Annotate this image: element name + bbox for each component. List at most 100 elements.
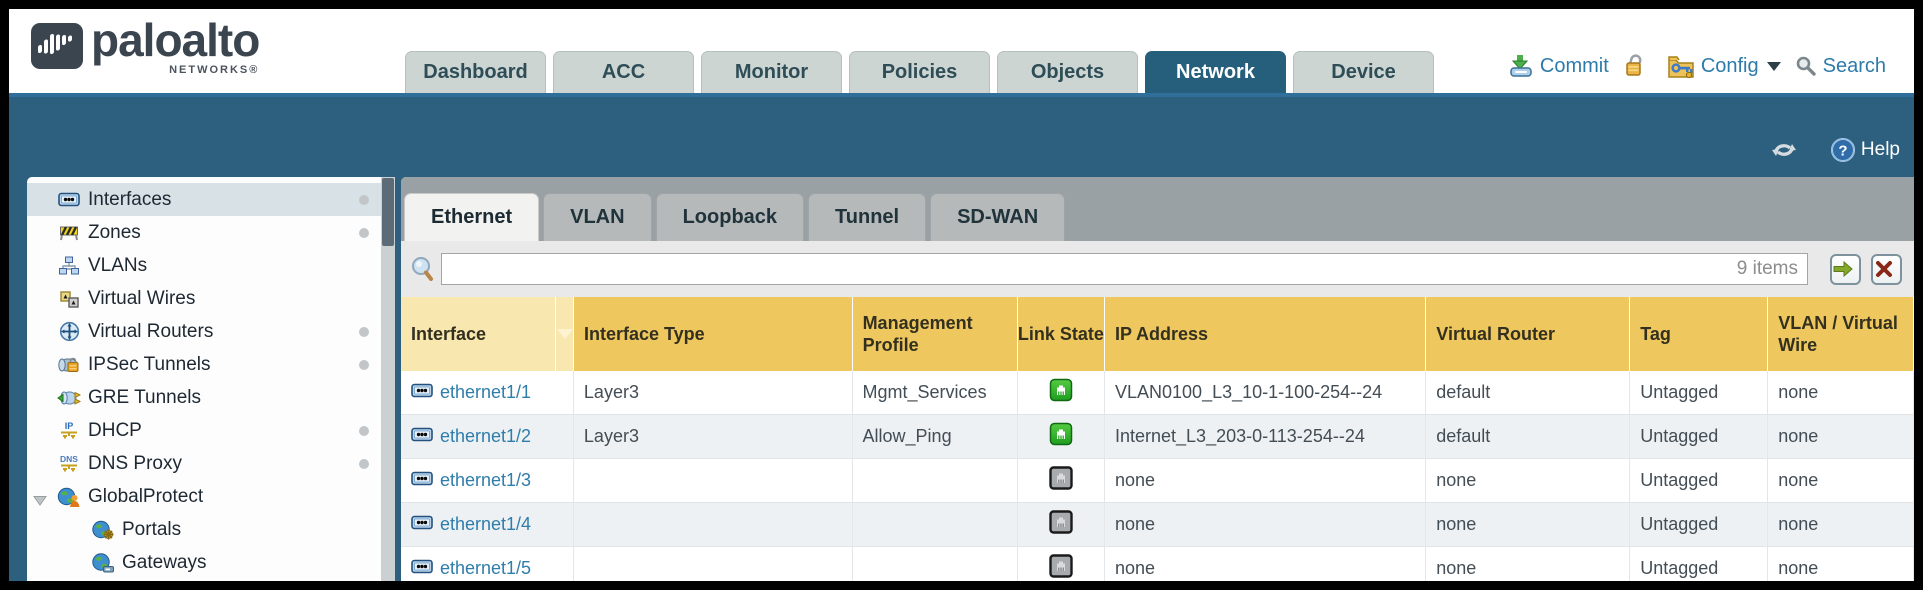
sidebar-item-label: Interfaces [88, 189, 171, 211]
cell-interface-type [574, 459, 853, 502]
top-header: paloalto NETWORKS® DashboardACCMonitorPo… [9, 9, 1914, 93]
tab-policies[interactable]: Policies [849, 51, 990, 93]
expander-down-icon[interactable] [33, 491, 47, 513]
column-header-tag[interactable]: Tag [1630, 297, 1768, 371]
search-icon [1795, 55, 1817, 77]
cell-interface: ethernet1/1 [401, 371, 574, 414]
sidebar-item-label: Virtual Wires [88, 288, 195, 310]
tab-network[interactable]: Network [1145, 51, 1286, 93]
column-header-link-state[interactable]: Link State [1018, 297, 1105, 371]
column-header-virtual-router[interactable]: Virtual Router [1426, 297, 1630, 371]
interface-type-tabs: EthernetVLANLoopbackTunnelSD-WAN [401, 177, 1914, 241]
virtual-router-icon [57, 321, 81, 342]
column-header-ip-address[interactable]: IP Address [1105, 297, 1426, 371]
table-row[interactable]: ethernet1/4nonenoneUntaggednone [401, 503, 1914, 547]
column-header-management-profile[interactable]: Management Profile [853, 297, 1018, 371]
table-row[interactable]: ethernet1/1Layer3Mgmt_ServicesVLAN0100_L… [401, 371, 1914, 415]
sidebar-item-globalprotect[interactable]: GlobalProtect [27, 480, 381, 513]
sort-dropdown-button[interactable] [556, 297, 573, 371]
tab-objects[interactable]: Objects [997, 51, 1138, 93]
item-dot [359, 327, 369, 337]
lock-icon[interactable] [1623, 53, 1647, 79]
subtab-vlan[interactable]: VLAN [543, 193, 651, 241]
cell-link-state [1018, 459, 1105, 502]
dhcp-icon: IP [57, 421, 81, 441]
sidebar-item-dns-proxy[interactable]: DNS DNS Proxy [27, 447, 381, 480]
interface-link[interactable]: ethernet1/1 [440, 382, 531, 403]
cell-tag: Untagged [1630, 459, 1768, 502]
subtab-tunnel[interactable]: Tunnel [808, 193, 926, 241]
cell-management-profile [853, 547, 1018, 581]
table-row[interactable]: ethernet1/5nonenoneUntaggednone [401, 547, 1914, 581]
cell-management-profile: Allow_Ping [853, 415, 1018, 458]
gateway-globe-icon [91, 553, 115, 573]
refresh-icon[interactable] [1769, 138, 1799, 162]
sidebar-item-virtual-routers[interactable]: Virtual Routers [27, 315, 381, 348]
filter-input[interactable] [441, 253, 1808, 285]
sidebar-item-partial[interactable] [27, 579, 381, 581]
items-count: 9 items [1737, 258, 1798, 280]
sidebar-item-label: DNS Proxy [88, 453, 182, 475]
table-row[interactable]: ethernet1/3nonenoneUntaggednone [401, 459, 1914, 503]
subtab-loopback[interactable]: Loopback [656, 193, 804, 241]
sidebar-scrollbar-thumb[interactable] [382, 178, 394, 246]
column-header-interface[interactable]: Interface [401, 297, 556, 371]
table-row[interactable]: ethernet1/2Layer3Allow_PingInternet_L3_2… [401, 415, 1914, 459]
help-icon[interactable]: ? [1830, 137, 1856, 163]
ethernet-port-icon [411, 426, 433, 448]
tab-device[interactable]: Device [1293, 51, 1434, 93]
cell-management-profile [853, 503, 1018, 546]
soundwave-logo-icon [31, 23, 83, 69]
link-down-icon [1049, 554, 1073, 581]
caret-down-icon[interactable] [1767, 62, 1781, 71]
interface-link[interactable]: ethernet1/5 [440, 558, 531, 579]
apply-filter-button[interactable] [1830, 254, 1861, 285]
column-header-vlan-virtual-wire[interactable]: VLAN / Virtual Wire [1768, 297, 1914, 371]
cell-virtual-router: default [1426, 415, 1630, 458]
subtab-ethernet[interactable]: Ethernet [404, 193, 539, 241]
table-body: ethernet1/1Layer3Mgmt_ServicesVLAN0100_L… [401, 371, 1914, 581]
svg-text:DNS: DNS [60, 454, 78, 464]
sidebar-item-interfaces[interactable]: Interfaces [27, 183, 381, 216]
ethernet-port-icon [411, 382, 433, 404]
sidebar-item-label: Portals [122, 519, 181, 541]
cell-tag: Untagged [1630, 547, 1768, 581]
cell-vlan-virtual-wire: none [1768, 415, 1914, 458]
tab-acc[interactable]: ACC [553, 51, 694, 93]
sidebar-item-gre-tunnels[interactable]: GRE Tunnels [27, 381, 381, 414]
sidebar-scrollbar[interactable] [381, 177, 395, 581]
item-dot [359, 459, 369, 469]
table-header: InterfaceInterface TypeManagement Profil… [401, 297, 1914, 371]
main-nav-tabs: DashboardACCMonitorPoliciesObjectsNetwor… [405, 51, 1441, 93]
sidebar-item-zones[interactable]: Zones [27, 216, 381, 249]
cell-interface-type [574, 503, 853, 546]
teal-band: ? Help [9, 93, 1914, 189]
column-header-interface-type[interactable]: Interface Type [574, 297, 853, 371]
interface-link[interactable]: ethernet1/3 [440, 470, 531, 491]
item-dot [359, 195, 369, 205]
vlan-network-icon [57, 256, 81, 275]
svg-text:IP: IP [65, 421, 74, 431]
cell-management-profile: Mgmt_Services [853, 371, 1018, 414]
interfaces-table: InterfaceInterface TypeManagement Profil… [401, 297, 1914, 581]
tab-monitor[interactable]: Monitor [701, 51, 842, 93]
cell-interface-type [574, 547, 853, 581]
commit-button[interactable]: Commit [1540, 55, 1609, 78]
sidebar-item-dhcp[interactable]: IPDHCP [27, 414, 381, 447]
sidebar-item-portals[interactable]: Portals [27, 513, 381, 546]
help-label[interactable]: Help [1861, 139, 1900, 161]
paloalto-logo: paloalto NETWORKS® [31, 17, 259, 76]
interface-link[interactable]: ethernet1/4 [440, 514, 531, 535]
tab-dashboard[interactable]: Dashboard [405, 51, 546, 93]
sidebar-item-ipsec-tunnels[interactable]: IPSec Tunnels [27, 348, 381, 381]
cell-interface-type: Layer3 [574, 371, 853, 414]
sidebar-item-vlans[interactable]: VLANs [27, 249, 381, 282]
link-up-icon [1049, 422, 1073, 451]
sidebar-item-gateways[interactable]: Gateways [27, 546, 381, 579]
clear-filter-button[interactable] [1871, 254, 1902, 285]
search-button[interactable]: Search [1823, 55, 1886, 78]
subtab-sd-wan[interactable]: SD-WAN [930, 193, 1065, 241]
sidebar-item-virtual-wires[interactable]: Virtual Wires [27, 282, 381, 315]
config-button[interactable]: Config [1701, 55, 1759, 78]
interface-link[interactable]: ethernet1/2 [440, 426, 531, 447]
